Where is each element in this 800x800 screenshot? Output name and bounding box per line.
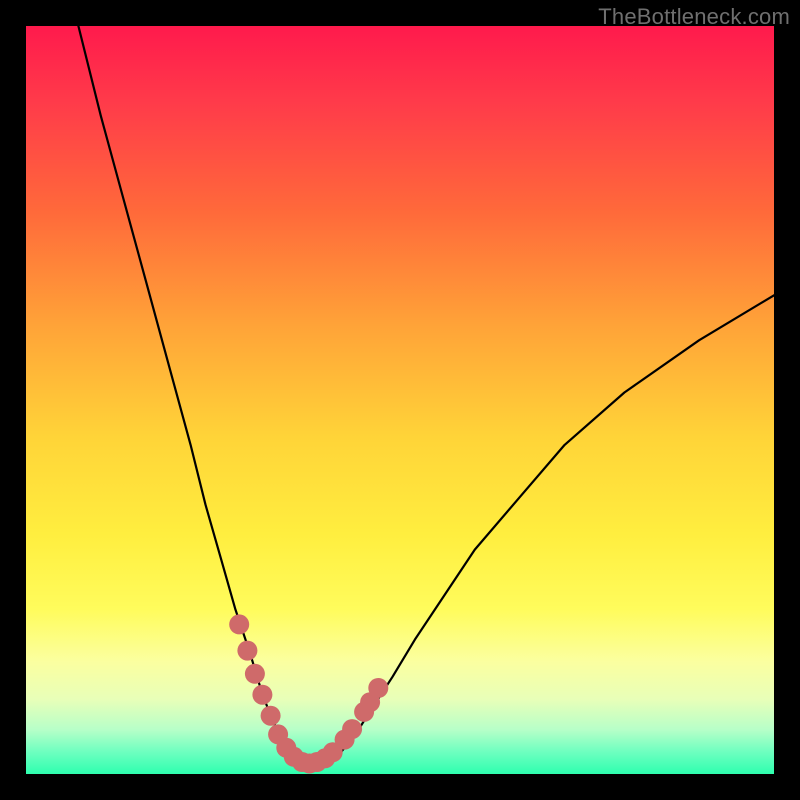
- marker-dot: [237, 641, 257, 661]
- marker-dot: [252, 685, 272, 705]
- watermark-text: TheBottleneck.com: [598, 4, 790, 30]
- bottleneck-plot: [26, 26, 774, 774]
- chart-frame: [26, 26, 774, 774]
- bottleneck-curve: [78, 26, 774, 764]
- marker-dot: [342, 719, 362, 739]
- marker-dot: [245, 664, 265, 684]
- marker-dot: [368, 678, 388, 698]
- marker-dot: [229, 614, 249, 634]
- marker-dot: [261, 706, 281, 726]
- highlighted-points: [229, 614, 388, 773]
